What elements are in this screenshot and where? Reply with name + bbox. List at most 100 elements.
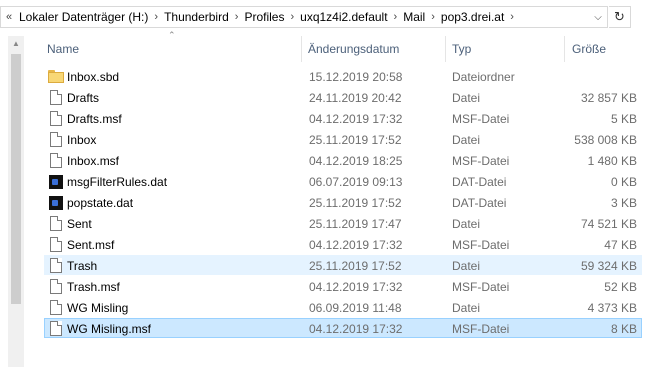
breadcrumb-separator-chevron-right-icon[interactable]: › <box>390 11 402 23</box>
breadcrumb-separator-chevron-right-icon[interactable]: › <box>506 11 518 23</box>
breadcrumb-item[interactable]: Profiles <box>242 10 286 24</box>
file-modified-date: 25.11.2019 17:47 <box>309 217 402 231</box>
file-type: Datei <box>452 91 481 105</box>
column-header-type[interactable]: Typ <box>452 36 471 62</box>
file-row[interactable]: Inbox.msf 04.12.2019 18:25 MSF-Datei 1 480 … <box>44 150 642 170</box>
file-icon <box>50 111 62 126</box>
dat-file-icon <box>49 175 63 189</box>
column-header-size[interactable]: Größe <box>572 36 606 62</box>
file-icon <box>50 258 62 273</box>
file-modified-date: 24.11.2019 20:42 <box>309 91 402 105</box>
file-size: 5 KB <box>610 112 637 126</box>
column-divider[interactable] <box>301 36 302 62</box>
file-name: Inbox <box>67 133 97 147</box>
file-type: MSF-Datei <box>452 112 510 126</box>
file-type: MSF-Datei <box>452 322 510 336</box>
file-modified-date: 04.12.2019 17:32 <box>309 322 403 336</box>
file-icon <box>50 279 62 294</box>
file-modified-date: 25.11.2019 17:52 <box>309 259 402 273</box>
file-type: MSF-Datei <box>452 154 510 168</box>
address-bar[interactable]: « Lokaler Datenträger (H:) › Thunderbird › P… <box>0 6 608 28</box>
file-modified-date: 15.12.2019 20:58 <box>309 70 403 84</box>
file-name: Trash <box>67 259 98 273</box>
address-history-chevron-down-icon[interactable]: ⌵ <box>589 7 607 27</box>
file-row[interactable]: WG Misling 06.09.2019 11:48 Datei 4 373 KB <box>44 297 642 317</box>
file-size: 74 521 KB <box>580 217 637 231</box>
file-name: Inbox.sbd <box>67 70 120 84</box>
file-size: 1 480 KB <box>587 154 637 168</box>
column-divider[interactable] <box>445 36 446 62</box>
file-row[interactable]: Sent 25.11.2019 17:47 Datei 74 521 KB <box>44 213 642 233</box>
file-size: 0 KB <box>610 175 637 189</box>
navigation-pane-scrollbar[interactable]: ▲ <box>8 36 24 367</box>
file-size: 538 008 KB <box>574 133 637 147</box>
file-name: popstate.dat <box>67 196 134 210</box>
file-name: Drafts.msf <box>67 112 122 126</box>
file-size: 32 857 KB <box>580 91 637 105</box>
file-modified-date: 04.12.2019 17:32 <box>309 280 403 294</box>
file-type: MSF-Datei <box>452 280 510 294</box>
file-type: MSF-Datei <box>452 238 510 252</box>
breadcrumb-separator-chevron-right-icon[interactable]: › <box>231 11 243 23</box>
file-type: Datei <box>452 133 481 147</box>
file-modified-date: 04.12.2019 18:25 <box>309 154 403 168</box>
file-name: Trash.msf <box>67 280 120 294</box>
file-icon <box>50 216 62 231</box>
sort-ascending-icon: ⌃ <box>168 30 176 40</box>
breadcrumb-separator-chevron-right-icon[interactable]: › <box>427 11 439 23</box>
file-name: Sent.msf <box>67 238 115 252</box>
file-size: 8 KB <box>610 322 637 336</box>
file-row[interactable]: msgFilterRules.dat 06.07.2019 09:13 DAT-Da… <box>44 171 642 191</box>
file-size: 52 KB <box>604 280 637 294</box>
scroll-up-icon[interactable]: ▲ <box>8 36 24 52</box>
column-header-row: ⌃ Name Änderungsdatum Typ Größe <box>40 30 649 62</box>
column-header-date[interactable]: Änderungsdatum <box>308 36 399 62</box>
column-divider[interactable] <box>564 36 565 62</box>
file-type: Datei <box>452 259 481 273</box>
file-icon <box>50 153 62 168</box>
file-type: DAT-Datei <box>452 196 507 210</box>
file-type: Datei <box>452 301 481 315</box>
file-name: msgFilterRules.dat <box>67 175 168 189</box>
breadcrumb-item[interactable]: uxq1z4i2.default <box>298 10 389 24</box>
file-name: Drafts <box>67 91 100 105</box>
file-modified-date: 06.07.2019 09:13 <box>309 175 403 189</box>
breadcrumb-item[interactable]: Thunderbird <box>162 10 231 24</box>
file-modified-date: 06.09.2019 11:48 <box>309 301 402 315</box>
breadcrumb-overflow-icon[interactable]: « <box>1 11 17 23</box>
column-header-name[interactable]: Name <box>47 36 79 62</box>
file-row[interactable]: Inbox 25.11.2019 17:52 Datei 538 008 KB <box>44 129 642 149</box>
breadcrumb-item[interactable]: Lokaler Datenträger (H:) <box>17 10 150 24</box>
file-name: WG Misling.msf <box>67 322 151 336</box>
breadcrumb-item[interactable]: pop3.drei.at <box>439 10 506 24</box>
file-size: 4 373 KB <box>587 301 637 315</box>
file-size: 47 KB <box>604 238 637 252</box>
file-row[interactable]: popstate.dat 25.11.2019 17:52 DAT-Datei 3 K… <box>44 192 642 212</box>
file-modified-date: 25.11.2019 17:52 <box>309 133 402 147</box>
file-type: DAT-Datei <box>452 175 507 189</box>
file-row[interactable]: Drafts 24.11.2019 20:42 Datei 32 857 KB <box>44 87 642 107</box>
file-icon <box>50 90 62 105</box>
breadcrumb-item[interactable]: Mail <box>401 10 427 24</box>
scrollbar-thumb[interactable] <box>11 54 21 304</box>
folder-icon <box>48 70 64 83</box>
breadcrumb: Lokaler Datenträger (H:) › Thunderbird › Pro… <box>17 10 518 24</box>
file-type: Dateiordner <box>452 70 515 84</box>
file-row[interactable]: Sent.msf 04.12.2019 17:32 MSF-Datei 47 KB <box>44 234 642 254</box>
file-row[interactable]: Trash.msf 04.12.2019 17:32 MSF-Datei 52 KB <box>44 276 642 296</box>
file-icon <box>50 132 62 147</box>
file-row[interactable]: Drafts.msf 04.12.2019 17:32 MSF-Datei 5 KB <box>44 108 642 128</box>
file-icon <box>50 300 62 315</box>
file-row[interactable]: Inbox.sbd 15.12.2019 20:58 Dateiordner <box>44 66 642 86</box>
file-modified-date: 04.12.2019 17:32 <box>309 238 403 252</box>
file-row[interactable]: Trash 25.11.2019 17:52 Datei 59 324 KB <box>44 255 642 275</box>
breadcrumb-separator-chevron-right-icon[interactable]: › <box>150 11 162 23</box>
refresh-icon[interactable]: ↻ <box>609 6 631 28</box>
breadcrumb-separator-chevron-right-icon[interactable]: › <box>286 11 298 23</box>
file-name: WG Misling <box>67 301 129 315</box>
dat-file-icon <box>49 196 63 210</box>
file-size: 3 KB <box>610 196 637 210</box>
file-name: Inbox.msf <box>67 154 120 168</box>
file-size: 59 324 KB <box>580 259 637 273</box>
file-row[interactable]: WG Misling.msf 04.12.2019 17:32 MSF-Datei 8… <box>44 318 642 338</box>
